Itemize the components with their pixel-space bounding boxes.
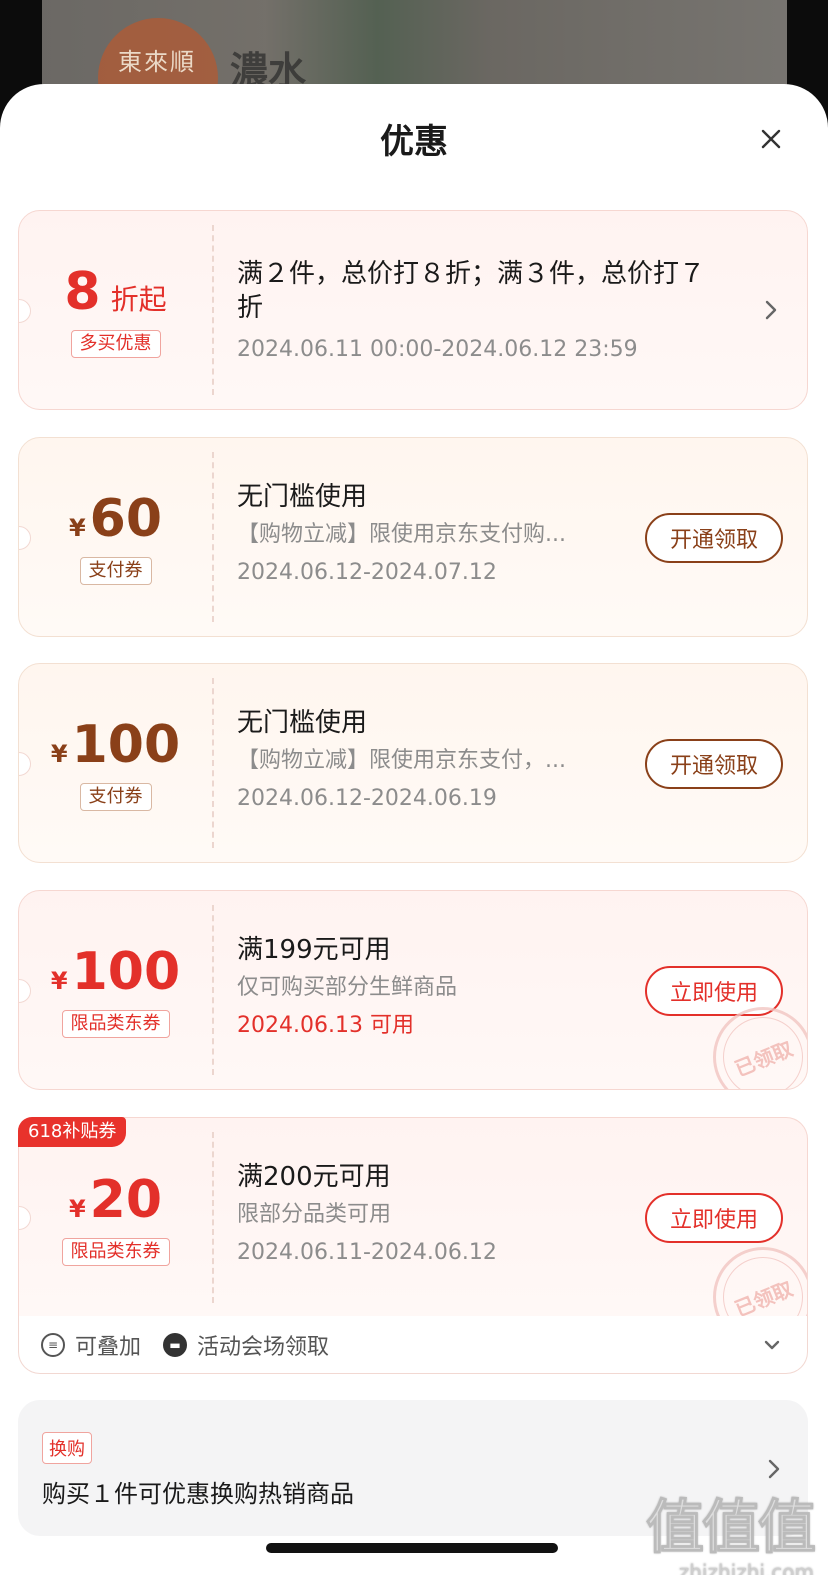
coupon-title-continued: 折 [237,293,264,323]
venue-label: 活动会场领取 [197,1334,330,1360]
coupon-value: ¥ 100 支付券 [19,664,212,862]
coupon-amount-number: 60 [89,489,163,549]
sheet-title: 优惠 [380,122,448,162]
ticket-icon: ▬ [163,1332,188,1357]
currency-symbol: ¥ [68,1194,86,1223]
home-indicator[interactable] [266,1543,558,1553]
coupon-amount-number: 100 [71,942,181,1002]
coupon-value: 8 折起 多买优惠 [19,211,212,409]
currency-symbol: ¥ [68,514,86,542]
exchange-tag: 换购 [42,1432,92,1464]
chevron-right-icon [765,300,777,320]
venue-info: ▬ 活动会场领取 [163,1329,329,1361]
coupon-amount: ¥ 20 [69,1170,162,1230]
card-divider [212,905,214,1075]
coupon-amount-number: 100 [71,715,181,775]
coupon-card-category-100: ¥ 100 限品类东券 满199元可用 仅可购买部分生鲜商品 2024.06.1… [18,890,808,1090]
coupon-title: 满200元可用 [237,1162,391,1192]
coupon-amount-suffix: 折起 [110,283,167,316]
close-button[interactable] [754,122,788,156]
coupon-amount: ¥ 100 [51,715,180,775]
coupon-description: 【购物立减】限使用京东支付，... [237,748,566,773]
chevron-down-icon[interactable] [761,1334,783,1356]
coupon-type-tag: 支付券 [79,557,152,585]
card-divider [212,1132,214,1303]
card-divider [212,452,214,622]
coupon-value: ¥ 20 限品类东券 [19,1118,212,1317]
coupon-type-tag: 限品类东券 [61,1237,170,1266]
618-subsidy-badge: 618补贴券 [18,1117,127,1147]
card-divider [212,678,214,848]
coupon-title: 满199元可用 [237,935,391,965]
activate-claim-button[interactable]: 开通领取 [645,513,783,563]
coupon-card-payment-60: ¥ 60 支付券 无门槛使用 【购物立减】限使用京东支付购... 2024.06… [18,437,808,637]
currency-symbol: ¥ [50,967,68,995]
coupon-details: 满２件，总价打８折；满３件，总价打７ 折 2024.06.11 00:00-20… [237,211,807,409]
coupon-title: 满２件，总价打８折；满３件，总价打７ [237,259,706,289]
stack-icon: ≡ [41,1332,65,1357]
exchange-description: 购买１件可优惠换购热销商品 [42,1480,354,1508]
coupon-amount: ¥ 100 [51,942,180,1002]
coupon-card-payment-100: ¥ 100 支付券 无门槛使用 【购物立减】限使用京东支付，... 2024.0… [18,663,808,863]
coupon-value: ¥ 100 限品类东券 [19,891,212,1089]
activate-claim-button[interactable]: 开通领取 [645,739,783,789]
coupon-type-tag: 多买优惠 [70,330,161,358]
coupon-amount-number: 20 [89,1169,163,1230]
coupon-card-multibuy[interactable]: 8 折起 多买优惠 满２件，总价打８折；满３件，总价打７ 折 2024.06.1… [18,210,808,410]
stackable-info: ≡ 可叠加 [41,1329,141,1361]
coupon-amount: ¥ 60 [69,489,162,549]
coupon-footer[interactable]: ≡ 可叠加 ▬ 活动会场领取 [18,1316,808,1374]
stackable-label: 可叠加 [75,1334,142,1360]
coupon-validity: 2024.06.11 00:00-2024.06.12 23:59 [237,337,638,362]
coupon-description: 【购物立减】限使用京东支付购... [237,522,566,547]
currency-symbol: ¥ [50,740,68,768]
card-divider [212,225,214,395]
coupon-amount-number: 8 [64,262,101,322]
coupon-title: 无门槛使用 [237,708,368,738]
watermark-logo: 值值值 [645,1493,816,1562]
sheet-header: 优惠 [0,84,828,192]
coupon-type-tag: 限品类东券 [61,1010,170,1038]
brand-logo-text: 東來順 [118,48,196,76]
site-watermark: 值值值 zhizhizhi.com [645,1480,816,1575]
coupon-card-category-20: ¥ 20 限品类东券 满200元可用 限部分品类可用 2024.06.11-20… [18,1117,808,1317]
coupon-type-tag: 支付券 [79,783,152,811]
coupon-title: 无门槛使用 [237,482,368,512]
coupon-value: ¥ 60 支付券 [19,438,212,636]
coupon-amount: 8 折起 [64,262,166,322]
close-icon [761,129,781,149]
use-now-button[interactable]: 立即使用 [645,1193,783,1243]
